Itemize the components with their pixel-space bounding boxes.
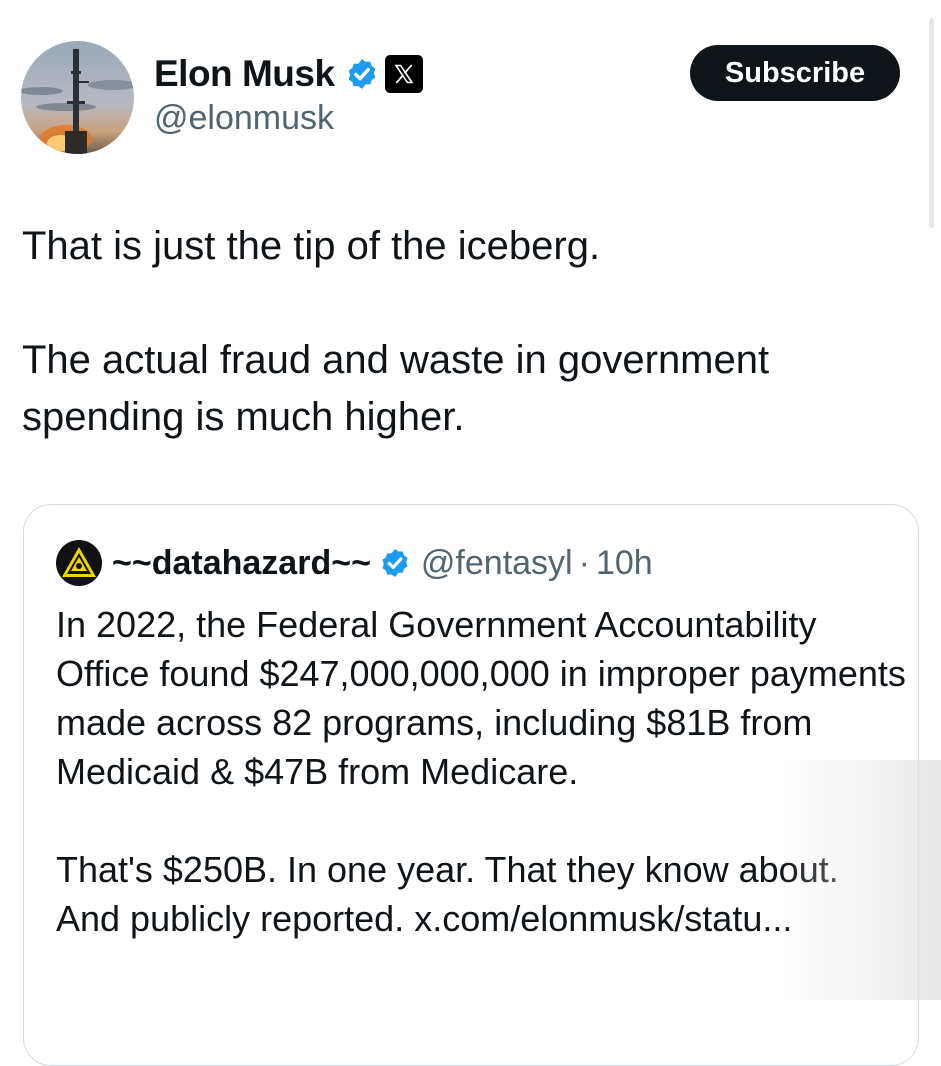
tweet-text: That is just the tip of the iceberg. The… bbox=[22, 218, 922, 446]
quoted-tweet-header: ~~datahazard~~ @fentasyl · 10h bbox=[56, 539, 653, 587]
quoted-tweet-text: In 2022, the Federal Government Accounta… bbox=[56, 600, 906, 943]
tweet-paragraph: The actual fraud and waste in government… bbox=[22, 338, 770, 439]
quoted-paragraph: That's $250B. In one year. That they kno… bbox=[56, 849, 839, 939]
author-handle[interactable]: @elonmusk bbox=[154, 99, 334, 138]
subscribe-button[interactable]: Subscribe bbox=[690, 45, 900, 101]
author-display-name[interactable]: Elon Musk bbox=[154, 53, 335, 95]
quoted-handle[interactable]: @fentasyl bbox=[421, 544, 573, 583]
quoted-tweet-card[interactable]: ~~datahazard~~ @fentasyl · 10h In 2022, … bbox=[23, 504, 919, 1066]
separator-dot: · bbox=[578, 543, 590, 582]
author-name-line: Elon Musk bbox=[154, 50, 423, 98]
hazard-avatar-icon[interactable] bbox=[56, 540, 102, 586]
quoted-timestamp[interactable]: 10h bbox=[596, 544, 653, 583]
avatar[interactable] bbox=[21, 41, 134, 154]
quoted-paragraph: In 2022, the Federal Government Accounta… bbox=[56, 604, 906, 792]
x-logo-icon bbox=[384, 55, 423, 93]
tweet-header: Elon Musk @elonmusk Subscribe bbox=[0, 0, 941, 170]
quoted-display-name[interactable]: ~~datahazard~~ bbox=[112, 544, 371, 583]
verified-badge-icon bbox=[382, 549, 408, 577]
tweet-paragraph: That is just the tip of the iceberg. bbox=[22, 224, 601, 268]
verified-badge-icon bbox=[348, 59, 375, 89]
